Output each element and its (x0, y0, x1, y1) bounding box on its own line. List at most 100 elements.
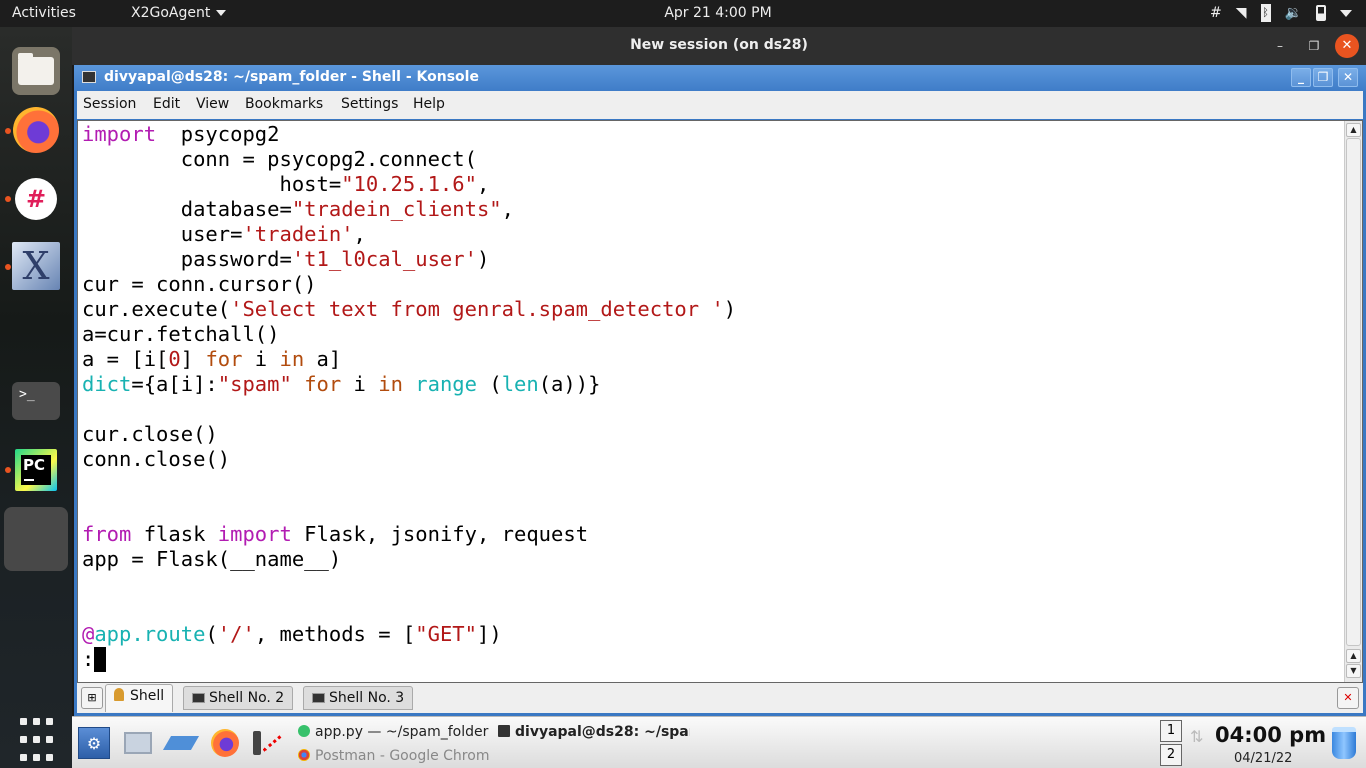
bluetooth-icon[interactable]: ᛒ (1260, 4, 1271, 22)
text-editor-icon[interactable] (162, 727, 200, 759)
code-line: a = [i[0] for i in a] (82, 347, 342, 371)
scroll-down-arrow-icon[interactable]: ▼ (1346, 664, 1361, 678)
konsole-titlebar[interactable]: divyapal@ds28: ~/spam_folder - Shell - K… (74, 65, 1366, 91)
volume-icon[interactable]: 🔉 (1285, 4, 1302, 22)
menu-edit[interactable]: Edit (153, 96, 180, 112)
konsole-minimize-button[interactable]: _ (1291, 68, 1311, 87)
running-indicator (5, 128, 11, 134)
terminal-output: import psycopg2 conn = psycopg2.connect(… (82, 122, 736, 672)
desktop-2-button[interactable]: 2 (1160, 744, 1182, 766)
code-line: database="tradein_clients", (82, 197, 514, 221)
new-tab-icon[interactable]: ⊞ (81, 687, 103, 709)
firefox-icon[interactable] (13, 107, 59, 153)
close-button[interactable]: ✕ (1335, 34, 1359, 58)
chrome-task-icon (298, 749, 310, 761)
pycharm-task-icon (298, 725, 310, 737)
trinity-menu-icon[interactable]: ⚙ (78, 727, 110, 759)
menu-bookmarks[interactable]: Bookmarks (245, 96, 323, 112)
close-tab-icon[interactable]: ✕ (1337, 687, 1359, 709)
connection-icon[interactable] (252, 727, 284, 759)
network-activity-icon[interactable]: ⇅ (1190, 727, 1203, 746)
konsole-restore-button[interactable]: ❐ (1313, 68, 1333, 87)
command-prompt[interactable]: : (82, 647, 736, 672)
date-time[interactable]: Apr 21 4:00 PM (0, 5, 1366, 21)
task-app-py[interactable]: app.py — ~/spam_folder (298, 724, 490, 740)
desktop-computer-icon[interactable] (122, 727, 154, 759)
vertical-scrollbar[interactable]: ▲ ▲ ▼ (1344, 121, 1362, 682)
code-line: cur.execute('Select text from genral.spa… (82, 297, 737, 321)
desktop-1-button[interactable]: 1 (1160, 720, 1182, 742)
bell-icon (114, 688, 124, 701)
gnome-top-bar: Activities X2GoAgent Apr 21 4:00 PM # ◥ … (0, 0, 1366, 27)
session-window-titlebar: New session (on ds28) – ❐ ✕ (72, 27, 1366, 65)
text-cursor (94, 647, 107, 672)
code-line: password='t1_l0cal_user') (82, 247, 490, 271)
code-line: host="10.25.1.6", (82, 172, 490, 196)
system-tray[interactable]: # ◥ ᛒ 🔉 (1210, 4, 1352, 22)
menu-view[interactable]: View (196, 96, 229, 112)
code-line: a=cur.fetchall() (82, 322, 280, 346)
konsole-window: divyapal@ds28: ~/spam_folder - Shell - K… (74, 65, 1366, 716)
maximize-button[interactable]: ❐ (1302, 34, 1326, 58)
scroll-up-arrow-icon[interactable]: ▲ (1346, 123, 1361, 137)
taskbar-date: 04/21/22 (1234, 751, 1293, 766)
scroll-up-arrow-icon[interactable]: ▲ (1346, 649, 1361, 663)
konsole-close-button[interactable]: ✕ (1338, 68, 1358, 87)
menu-help[interactable]: Help (413, 96, 445, 112)
menu-session[interactable]: Session (83, 96, 136, 112)
dock: # X >_ PC (0, 27, 72, 768)
x2go-icon[interactable]: X (12, 242, 60, 290)
taskbar-clock[interactable]: 04:00 pm (1215, 723, 1326, 747)
trash-icon[interactable] (1332, 727, 1356, 759)
terminal-icon (82, 71, 96, 83)
show-applications-icon[interactable] (12, 715, 60, 763)
tab-label: Shell No. 2 (209, 690, 285, 706)
tab-shell[interactable]: Shell (105, 684, 174, 712)
terminal-area[interactable]: import psycopg2 conn = psycopg2.connect(… (77, 120, 1363, 683)
code-line: cur = conn.cursor() (82, 272, 317, 296)
tab-shell-no-2[interactable]: Shell No. 2 (183, 686, 294, 710)
code-line: cur.close() (82, 422, 218, 446)
task-label: app.py — ~/spam_folder (315, 724, 489, 740)
tab-shell-no-3[interactable]: Shell No. 3 (303, 686, 414, 710)
menu-settings[interactable]: Settings (341, 96, 398, 112)
task-label: Postman - Google Chrome (315, 748, 490, 764)
konsole-title: divyapal@ds28: ~/spam_folder - Shell - K… (104, 69, 479, 85)
task-postman-chrome[interactable]: Postman - Google Chrome (298, 748, 490, 764)
system-menu-caret-icon[interactable] (1340, 9, 1352, 17)
running-indicator (5, 264, 11, 270)
task-label: divyapal@ds28: ~/spam_folder - Shell - K… (515, 724, 690, 740)
code-line: user='tradein', (82, 222, 366, 246)
tab-label: Shell (130, 688, 165, 704)
running-indicator (5, 196, 11, 202)
firefox-launcher-icon[interactable] (209, 727, 241, 759)
task-konsole[interactable]: divyapal@ds28: ~/spam_folder - Shell - K… (498, 724, 690, 740)
terminal-icon (312, 693, 325, 703)
terminal-icon (192, 693, 205, 703)
pycharm-icon[interactable]: PC (15, 449, 57, 491)
konsole-task-icon (498, 725, 510, 737)
menu-bar: Session Edit View Bookmarks Settings Hel… (77, 91, 1363, 119)
wifi-icon[interactable]: ◥ (1236, 4, 1247, 22)
code-line: import psycopg2 (82, 122, 280, 146)
files-icon[interactable] (12, 47, 60, 95)
session-window-title: New session (on ds28) (630, 37, 808, 53)
tab-bar: ⊞ Shell Shell No. 2 Shell No. 3 ✕ (77, 683, 1363, 713)
slack-tray-icon[interactable]: # (1210, 4, 1222, 22)
running-indicator (5, 467, 11, 473)
code-line: from flask import Flask, jsonify, reques… (82, 522, 589, 546)
terminal-icon[interactable]: >_ (12, 382, 60, 420)
taskbar: ⚙ app.py — ~/spam_folder divyapal@ds28: … (72, 716, 1366, 768)
code-line: app = Flask(__name__) (82, 547, 342, 571)
scrollbar-thumb[interactable] (1346, 138, 1361, 646)
battery-icon[interactable] (1316, 5, 1326, 21)
code-line: @app.route('/', methods = ["GET"]) (82, 622, 502, 646)
minimize-button[interactable]: – (1268, 34, 1292, 58)
active-window-icon[interactable] (4, 507, 68, 571)
slack-icon[interactable]: # (15, 178, 57, 220)
